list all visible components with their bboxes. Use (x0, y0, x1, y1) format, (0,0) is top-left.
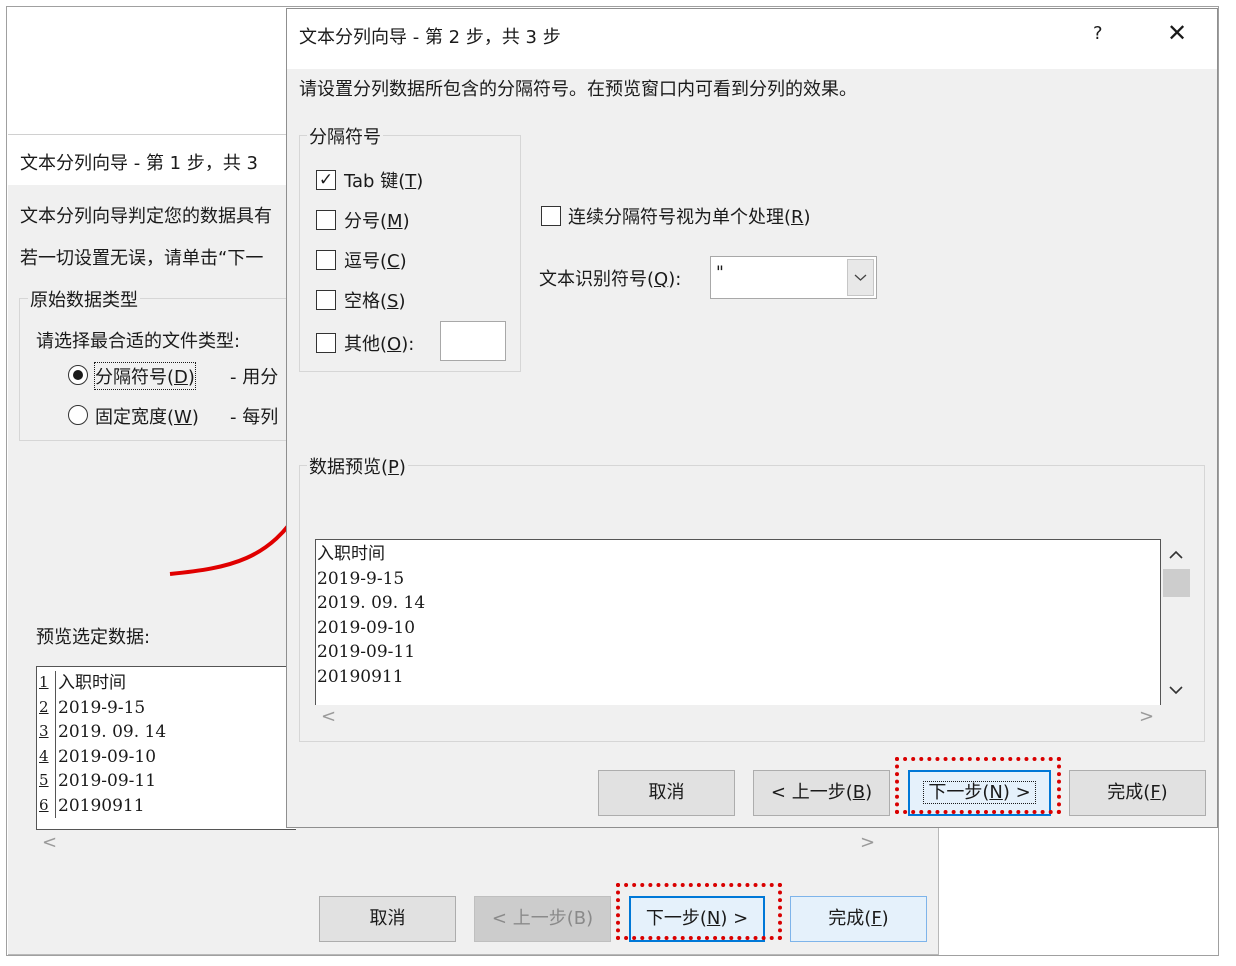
step2-finish-button[interactable]: 完成(F) (1069, 770, 1206, 816)
file-type-label: 请选择最合适的文件类型: (36, 331, 241, 352)
row-text: 2019. 09. 14 (58, 722, 167, 742)
preview-line: 2019-9-15 (317, 568, 405, 589)
text-qualifier-value: " (716, 263, 724, 283)
step2-next-highlight (895, 757, 1061, 814)
data-type-group-title: 原始数据类型 (28, 286, 140, 312)
step1-preview-row: 6 20190911 (37, 793, 295, 818)
step2-instruction: 请设置分列数据所包含的分隔符号。在预览窗口内可看到分列的效果。 (299, 79, 857, 100)
step1-preview-row: 2 2019-9-15 (37, 695, 295, 720)
fixed-width-radio-label[interactable]: 固定宽度(W) (95, 403, 199, 429)
row-number: 6 (39, 795, 49, 814)
text-qualifier-label: 文本识别符号(Q): (539, 269, 682, 290)
row-separator (55, 744, 56, 769)
delimited-radio[interactable] (68, 365, 88, 385)
delimited-radio-label[interactable]: 分隔符号(D) (94, 362, 196, 390)
step1-cancel-button[interactable]: 取消 (319, 896, 456, 942)
row-text: 2019-9-15 (58, 697, 146, 718)
step1-preview-row: 1 入职时间 (37, 671, 295, 696)
step1-back-button[interactable]: < 上一步(B) (474, 896, 611, 942)
row-number: 5 (39, 771, 49, 789)
row-separator (55, 671, 56, 696)
step1-preview-box: 1 入职时间 2 2019-9-15 3 2019. 09. 14 4 2019-09-10 5… (36, 666, 296, 830)
step2-back-button[interactable]: < 上一步(B) (753, 770, 890, 816)
preview-line: 2019-09-10 (317, 617, 416, 638)
tab-checkbox-label[interactable]: Tab 键(T) (344, 167, 423, 193)
row-separator (55, 695, 56, 720)
text-qualifier-select[interactable]: " (710, 256, 877, 299)
space-checkbox-label[interactable]: 空格(S) (344, 287, 406, 313)
step1-preview-row: 5 2019-09-11 (37, 769, 295, 794)
row-number: 2 (39, 697, 49, 716)
row-separator (55, 769, 56, 794)
row-separator (55, 720, 56, 745)
preview-selected-label: 预览选定数据: (36, 627, 151, 648)
step1-title: 文本分列向导 - 第 1 步，共 3 (20, 153, 259, 174)
fixed-width-desc: - 每列 (230, 407, 279, 428)
preview-line: 20190911 (317, 666, 404, 687)
scroll-down-icon[interactable] (1166, 682, 1186, 698)
step1-desc-line1: 文本分列向导判定您的数据具有 (20, 206, 272, 227)
semicolon-checkbox-label[interactable]: 分号(M) (344, 207, 410, 233)
other-checkbox[interactable] (316, 333, 336, 353)
step2-preview-box: 入职时间 2019-9-15 2019. 09. 14 2019-09-10 2019-… (315, 539, 1161, 705)
row-separator (55, 793, 56, 818)
step1-desc-line2: 若一切设置无误，请单击“下一 (20, 248, 264, 269)
step2-titlebar: 文本分列向导 - 第 2 步，共 3 步 ? ✕ (287, 9, 1217, 69)
help-icon[interactable]: ? (1093, 23, 1103, 44)
other-delimiter-input[interactable] (440, 321, 506, 361)
row-number: 3 (39, 722, 49, 740)
preview-line: 2019-09-11 (317, 642, 416, 662)
step1-preview-row: 3 2019. 09. 14 (37, 720, 295, 745)
step1-next-highlight (616, 883, 782, 940)
data-preview-title: 数据预览(P) (307, 453, 408, 479)
step2-scroll-left[interactable]: < (321, 706, 336, 727)
fixed-width-radio[interactable] (68, 405, 88, 425)
step1-finish-button[interactable]: 完成(F) (790, 896, 927, 942)
row-number: 4 (39, 746, 49, 765)
comma-checkbox[interactable] (316, 250, 336, 270)
preview-line: 2019. 09. 14 (317, 593, 426, 613)
semicolon-checkbox[interactable] (316, 210, 336, 230)
step2-scroll-right[interactable]: > (1139, 706, 1154, 727)
step2-vertical-scrollbar[interactable] (1161, 539, 1191, 705)
consecutive-delimiters-checkbox[interactable] (541, 206, 561, 226)
close-icon[interactable]: ✕ (1167, 19, 1187, 47)
row-text: 2019-09-11 (58, 771, 157, 791)
comma-checkbox-label[interactable]: 逗号(C) (344, 247, 407, 273)
preview-line: 入职时间 (317, 544, 385, 564)
delimited-desc: - 用分 (230, 367, 279, 388)
tab-checkbox[interactable]: ✓ (316, 170, 336, 190)
row-text: 2019-09-10 (58, 746, 157, 767)
step1-scroll-left[interactable]: < (42, 832, 57, 853)
step1-preview-rows: 1 入职时间 2 2019-9-15 3 2019. 09. 14 4 2019-09-10 5… (37, 671, 295, 818)
row-text: 20190911 (58, 795, 145, 816)
step1-scroll-right[interactable]: > (860, 832, 875, 853)
consecutive-delimiters-label[interactable]: 连续分隔符号视为单个处理(R) (568, 203, 811, 229)
step2-cancel-button[interactable]: 取消 (598, 770, 735, 816)
step2-title: 文本分列向导 - 第 2 步，共 3 步 (299, 27, 561, 48)
chevron-down-icon[interactable] (847, 259, 874, 296)
wizard-step2-dialog: 文本分列向导 - 第 2 步，共 3 步 ? ✕ 请设置分列数据所包含的分隔符号… (286, 8, 1218, 828)
step2-preview-lines: 入职时间 2019-9-15 2019. 09. 14 2019-09-10 2019-… (317, 542, 425, 689)
delimiter-group-title: 分隔符号 (307, 123, 383, 149)
row-number: 1 (39, 673, 49, 691)
scroll-up-icon[interactable] (1166, 547, 1186, 563)
scroll-thumb[interactable] (1163, 569, 1190, 597)
space-checkbox[interactable] (316, 290, 336, 310)
row-text: 入职时间 (58, 673, 126, 693)
step1-preview-row: 4 2019-09-10 (37, 744, 295, 769)
other-checkbox-label[interactable]: 其他(O): (344, 330, 414, 356)
